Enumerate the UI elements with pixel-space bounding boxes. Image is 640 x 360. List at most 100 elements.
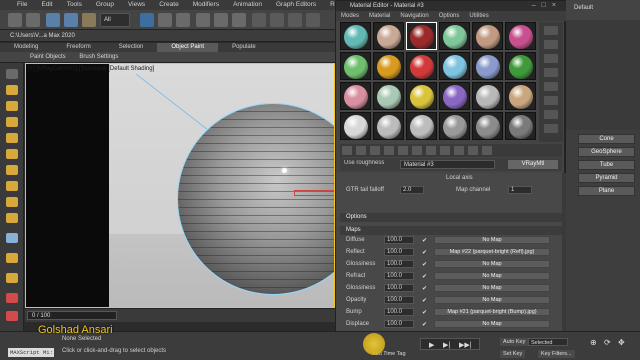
background-icon[interactable] <box>544 54 558 63</box>
workspace-label[interactable]: Default <box>574 5 593 11</box>
uv-tiling-icon[interactable] <box>544 68 558 77</box>
create-cone-button[interactable]: Cone <box>578 134 635 144</box>
mirror-icon[interactable] <box>306 13 320 27</box>
key-selection-dropdown[interactable]: Selected <box>528 338 568 346</box>
go-forward-sibling-icon[interactable] <box>482 146 492 155</box>
undo-icon[interactable] <box>8 13 22 27</box>
map-amount-field[interactable]: 100.0 <box>384 260 414 268</box>
paint-objects-panel[interactable]: Paint Objects <box>30 54 66 60</box>
select-by-material-icon[interactable] <box>544 124 558 133</box>
bind-space-warp-icon[interactable] <box>82 13 96 27</box>
display-helpers-icon[interactable] <box>6 149 18 159</box>
use-roughness-label[interactable]: Use roughness <box>344 160 384 169</box>
unlink-icon[interactable] <box>64 13 78 27</box>
material-sample-slot[interactable] <box>373 52 404 80</box>
scene-explorer-icon[interactable] <box>6 311 18 321</box>
selection-filter-dropdown[interactable]: All <box>100 13 130 27</box>
material-sample-slot[interactable] <box>340 52 371 80</box>
map-amount-field[interactable]: 100.0 <box>384 236 414 244</box>
minimize-icon[interactable]: – <box>532 2 542 9</box>
map-amount-field[interactable]: 100.0 <box>384 272 414 280</box>
parameters-scrollbar[interactable] <box>562 173 566 341</box>
menu-graph-editors[interactable]: Graph Editors <box>269 0 323 10</box>
brush-settings-panel[interactable]: Brush Settings <box>79 54 118 60</box>
menu-modes[interactable]: Modes <box>336 11 364 21</box>
map-slot-button[interactable]: No Map <box>434 272 550 280</box>
options-rollout[interactable]: Options <box>340 213 562 222</box>
zoom-icon[interactable]: ⊕ <box>590 338 597 347</box>
get-material-icon[interactable] <box>342 146 352 155</box>
tab-modeling[interactable]: Modeling <box>0 43 52 52</box>
make-unique-icon[interactable] <box>398 146 408 155</box>
map-slot-button[interactable]: Map #21 (parquet-bright (Bump).jpg) <box>434 308 550 316</box>
rect-selection-icon[interactable] <box>176 13 190 27</box>
maximize-icon[interactable]: □ <box>542 2 552 9</box>
link-icon[interactable] <box>46 13 60 27</box>
reset-map-icon[interactable] <box>384 146 394 155</box>
redo-icon[interactable] <box>26 13 40 27</box>
options-icon[interactable] <box>544 110 558 119</box>
map-slot-button[interactable]: No Map <box>434 284 550 292</box>
material-sample-slot[interactable] <box>472 82 503 110</box>
display-bones-icon[interactable] <box>6 213 18 223</box>
layer-icon[interactable] <box>6 293 18 303</box>
material-sample-slot[interactable] <box>439 82 470 110</box>
create-geosphere-button[interactable]: GeoSphere <box>578 147 635 157</box>
material-sample-slot[interactable] <box>505 22 536 50</box>
hierarchy-icon[interactable] <box>6 273 18 283</box>
frame-counter[interactable]: 0 / 100 <box>27 311 117 320</box>
backlight-icon[interactable] <box>544 40 558 49</box>
material-sample-slot[interactable] <box>406 82 437 110</box>
assign-material-icon[interactable] <box>370 146 380 155</box>
maps-rollout[interactable]: Maps <box>340 226 562 235</box>
maxscript-listener[interactable]: MAXScript Mi: <box>8 348 54 357</box>
display-spacewarps-icon[interactable] <box>6 165 18 175</box>
map-enable-checkbox[interactable]: ✔ <box>422 297 427 304</box>
playback-controls[interactable]: ▶ ▶| ▶▶| <box>420 338 480 350</box>
set-key-button[interactable]: Set Key <box>500 350 526 358</box>
material-sample-slot[interactable] <box>505 52 536 80</box>
angle-snap-icon[interactable] <box>270 13 284 27</box>
select-object-icon[interactable] <box>140 13 154 27</box>
map-channel-field[interactable]: 1 <box>508 186 532 194</box>
display-lights-icon[interactable] <box>6 117 18 127</box>
material-sample-slot[interactable] <box>340 82 371 110</box>
menu-modifiers[interactable]: Modifiers <box>186 0 226 10</box>
put-to-library-icon[interactable] <box>412 146 422 155</box>
viewport-camera[interactable]: [+] [VRayCam001] [Standard] [Default Sha… <box>25 63 335 308</box>
put-to-scene-icon[interactable] <box>356 146 366 155</box>
map-amount-field[interactable]: 100.0 <box>384 248 414 256</box>
map-enable-checkbox[interactable]: ✔ <box>422 285 427 292</box>
video-color-check-icon[interactable] <box>544 82 558 91</box>
display-geometry-icon[interactable] <box>6 85 18 95</box>
material-sample-slot[interactable] <box>340 22 371 50</box>
material-type-button[interactable]: VRayMtl <box>508 160 558 169</box>
material-sample-slot[interactable] <box>439 52 470 80</box>
filter-icon[interactable] <box>6 69 18 79</box>
material-name-field[interactable]: Material #3 <box>400 160 495 169</box>
material-sample-slot[interactable] <box>406 22 437 50</box>
map-enable-checkbox[interactable]: ✔ <box>422 273 427 280</box>
map-enable-checkbox[interactable]: ✔ <box>422 321 427 328</box>
map-slot-button[interactable]: No Map <box>434 260 550 268</box>
auto-key-button[interactable]: Auto Key <box>500 338 529 346</box>
material-sample-slot[interactable] <box>340 112 371 140</box>
map-amount-field[interactable]: 100.0 <box>384 308 414 316</box>
tab-freeform[interactable]: Freeform <box>52 43 104 52</box>
material-id-icon[interactable] <box>426 146 436 155</box>
map-enable-checkbox[interactable]: ✔ <box>422 237 427 244</box>
map-enable-checkbox[interactable]: ✔ <box>422 249 427 256</box>
menu-file[interactable]: File <box>10 0 34 10</box>
map-slot-button[interactable]: No Map <box>434 320 550 328</box>
material-sample-slot[interactable] <box>472 52 503 80</box>
material-sample-slot[interactable] <box>406 112 437 140</box>
snaps-icon[interactable] <box>252 13 266 27</box>
local-axis-label[interactable]: Local axis <box>446 175 473 181</box>
select-by-name-icon[interactable] <box>158 13 172 27</box>
tab-populate[interactable]: Populate <box>218 43 270 52</box>
scale-icon[interactable] <box>232 13 246 27</box>
display-groups-icon[interactable] <box>6 181 18 191</box>
timeline[interactable]: 0 / 100 <box>25 308 335 322</box>
material-sample-slot[interactable] <box>373 112 404 140</box>
material-sample-slot[interactable] <box>373 82 404 110</box>
